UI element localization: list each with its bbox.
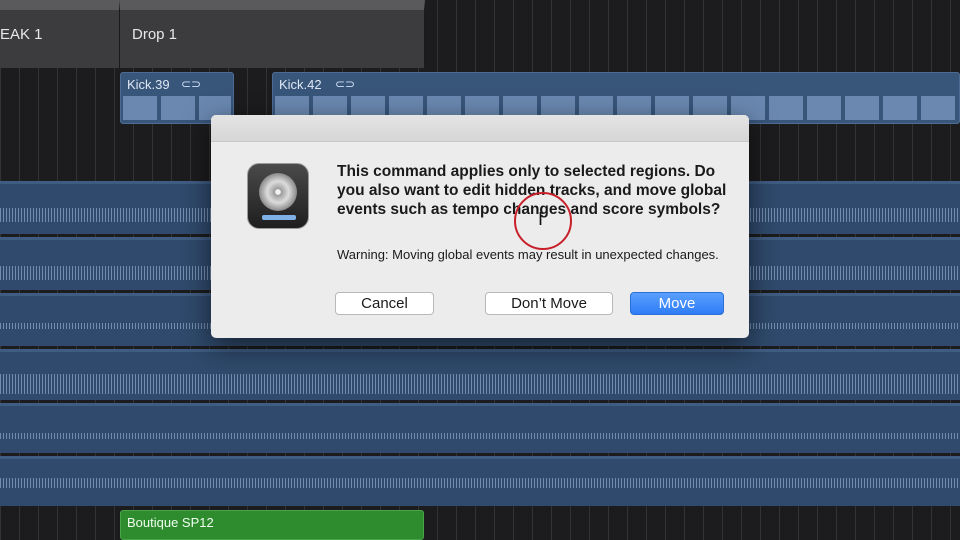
audio-region-row[interactable] [0,456,960,506]
marker-region[interactable]: Drop 1 [120,0,425,68]
region-label: Boutique SP12 [127,515,214,530]
move-button[interactable]: Move [630,292,724,315]
dialog-titlebar [211,115,749,142]
loop-icon: ⊂⊃ [181,77,202,91]
region-label: Kick.42 [279,77,322,92]
text-cursor-icon: I [538,209,544,229]
waveform [0,374,960,394]
audio-region-row[interactable] [0,403,960,453]
audio-region-row[interactable] [0,349,960,400]
marker-label: EAK 1 [0,26,43,43]
alert-dialog: This command applies only to selected re… [211,115,749,338]
region-label: Kick.39 [127,77,170,92]
marker-label: Drop 1 [132,26,178,43]
loop-icon: ⊂⊃ [335,77,356,91]
waveform [0,433,960,439]
boutique-region[interactable]: Boutique SP12 [120,510,424,540]
logic-pro-icon [247,163,309,229]
waveform [0,478,960,488]
dont-move-button[interactable]: Don’t Move [485,292,613,315]
cancel-button[interactable]: Cancel [335,292,434,315]
marker-region[interactable]: EAK 1 [0,0,120,68]
